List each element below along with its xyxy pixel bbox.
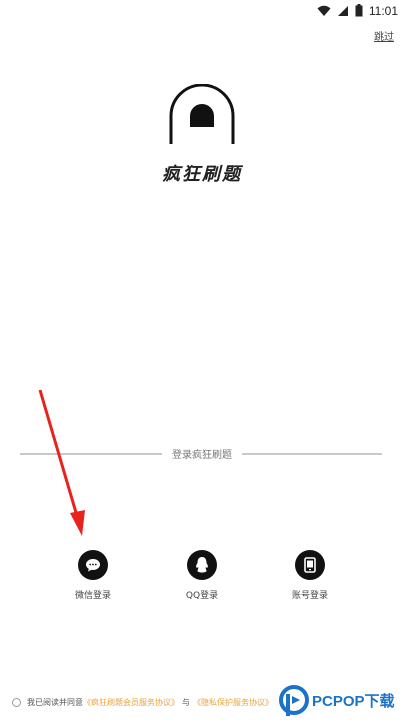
divider-right <box>242 453 382 455</box>
qq-icon <box>187 550 217 580</box>
wechat-icon <box>78 550 108 580</box>
pcpop-watermark: PCPOP下载 <box>278 682 404 718</box>
app-logo <box>167 83 237 146</box>
skip-button[interactable]: 跳过 <box>374 28 394 43</box>
login-divider-label: 登录疯狂刷题 <box>172 450 232 461</box>
account-login-label: 账号登录 <box>291 591 328 601</box>
battery-icon <box>355 2 363 21</box>
app-name: 疯狂刷题 <box>162 164 242 185</box>
agreement-row: 我已阅读并同意 《疯狂刷题会员服务协议》 与 《隐私保护服务协议》 <box>12 697 273 708</box>
agreement-checkbox[interactable] <box>12 698 21 707</box>
agreement-prefix: 我已阅读并同意 <box>27 698 83 707</box>
qq-login-label: QQ登录 <box>185 591 219 601</box>
signal-icon <box>337 2 349 21</box>
account-login-button[interactable]: 账号登录 <box>280 550 340 601</box>
status-icons: 11:01 <box>317 3 398 19</box>
privacy-agreement-link[interactable]: 《隐私保护服务协议》 <box>193 697 273 708</box>
qq-login-button[interactable]: QQ登录 <box>172 550 232 601</box>
wechat-login-button[interactable]: 微信登录 <box>63 550 123 601</box>
watermark-text: PCPOP下载 <box>312 692 395 710</box>
wifi-icon <box>317 2 331 21</box>
pcpop-logo-icon: PCPOP下载 <box>279 685 395 716</box>
member-agreement-link[interactable]: 《疯狂刷题会员服务协议》 <box>83 697 179 708</box>
divider-left <box>20 453 162 455</box>
status-time: 11:01 <box>368 4 398 18</box>
status-bar: 11:01 <box>0 0 404 22</box>
phone-icon <box>295 550 325 580</box>
agreement-conjunction: 与 <box>182 698 190 707</box>
wechat-login-label: 微信登录 <box>74 591 111 601</box>
